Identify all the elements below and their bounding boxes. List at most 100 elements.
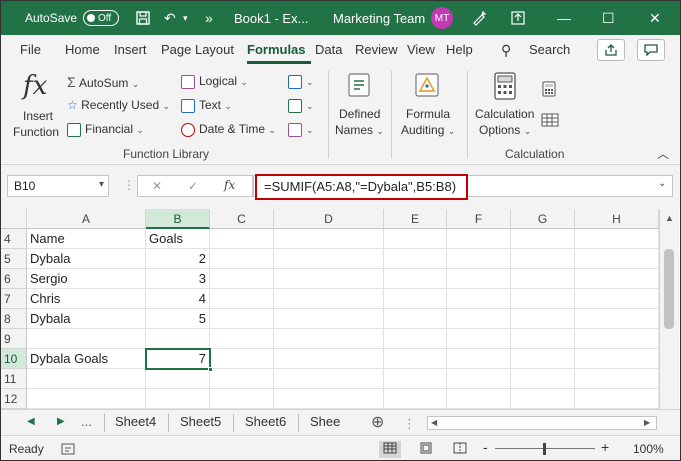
column-header-g[interactable]: G: [511, 209, 575, 229]
cell-h12[interactable]: [575, 389, 659, 409]
avatar[interactable]: MT: [431, 7, 453, 29]
cell-f4[interactable]: [447, 229, 511, 249]
search-label[interactable]: Search: [529, 42, 570, 57]
cell-a5[interactable]: Dybala: [27, 249, 146, 269]
cell-g7[interactable]: [511, 289, 575, 309]
cell-a12[interactable]: [27, 389, 146, 409]
row-header[interactable]: 5: [1, 249, 27, 269]
tab-insert[interactable]: Insert: [114, 42, 147, 57]
cell-d9[interactable]: [274, 329, 384, 349]
cell-a11[interactable]: [27, 369, 146, 389]
cell-e11[interactable]: [384, 369, 447, 389]
cell-a8[interactable]: Dybala: [27, 309, 146, 329]
logical-button[interactable]: Logical ⌄: [181, 74, 248, 89]
add-sheet-icon[interactable]: ⊕: [371, 412, 384, 432]
undo-dropdown-icon[interactable]: ▾: [183, 1, 188, 35]
cell-d12[interactable]: [274, 389, 384, 409]
row-header[interactable]: 8: [1, 309, 27, 329]
cell-h11[interactable]: [575, 369, 659, 389]
expand-formula-bar-icon[interactable]: ⌄: [658, 178, 666, 189]
pen-icon[interactable]: [471, 1, 487, 35]
cell-c5[interactable]: [210, 249, 274, 269]
cell-g10[interactable]: [511, 349, 575, 369]
cell-f7[interactable]: [447, 289, 511, 309]
autosum-button[interactable]: Σ AutoSum ⌄: [67, 74, 139, 90]
cell-b5[interactable]: 2: [146, 249, 210, 269]
formula-input[interactable]: =SUMIF(A5:A8,"=Dybala",B5:B8): [255, 174, 468, 200]
row-header[interactable]: 12: [1, 389, 27, 409]
formula-auditing-button[interactable]: Auditing ⌄: [401, 123, 455, 137]
math-trig-button[interactable]: ⌄: [288, 98, 314, 113]
fill-handle[interactable]: [208, 367, 213, 372]
cell-f10[interactable]: [447, 349, 511, 369]
cell-g5[interactable]: [511, 249, 575, 269]
cell-d8[interactable]: [274, 309, 384, 329]
accessibility-icon[interactable]: [61, 442, 75, 459]
row-header[interactable]: 9: [1, 329, 27, 349]
scroll-left-icon[interactable]: ◀: [431, 418, 437, 427]
enter-icon[interactable]: ✓: [188, 179, 198, 193]
row-header[interactable]: 4: [1, 229, 27, 249]
column-header-h[interactable]: H: [575, 209, 659, 229]
name-box[interactable]: B10 ▾: [7, 175, 109, 197]
cell-h7[interactable]: [575, 289, 659, 309]
save-icon[interactable]: [135, 1, 151, 35]
cell-g6[interactable]: [511, 269, 575, 289]
cell-h9[interactable]: [575, 329, 659, 349]
sheet-tab-4[interactable]: Sheet4: [115, 414, 156, 429]
overflow-icon[interactable]: »: [205, 1, 213, 35]
cell-b7[interactable]: 4: [146, 289, 210, 309]
cell-g4[interactable]: [511, 229, 575, 249]
cell-d11[interactable]: [274, 369, 384, 389]
cell-c11[interactable]: [210, 369, 274, 389]
sheet-tab-6[interactable]: Sheet6: [245, 414, 286, 429]
cell-a4[interactable]: Name: [27, 229, 146, 249]
calculation-options-button[interactable]: Options ⌄: [479, 123, 531, 137]
cell-d7[interactable]: [274, 289, 384, 309]
tab-data[interactable]: Data: [315, 42, 342, 57]
cell-g11[interactable]: [511, 369, 575, 389]
sheet-ellipsis[interactable]: ...: [81, 414, 92, 429]
cell-f6[interactable]: [447, 269, 511, 289]
prev-sheet-icon[interactable]: ◀: [27, 416, 35, 427]
page-layout-view-icon[interactable]: [419, 442, 433, 457]
close-icon[interactable]: ✕: [649, 1, 661, 35]
cell-d10[interactable]: [274, 349, 384, 369]
cell-b12[interactable]: [146, 389, 210, 409]
cell-a9[interactable]: [27, 329, 146, 349]
cell-h6[interactable]: [575, 269, 659, 289]
tab-page-layout[interactable]: Page Layout: [161, 42, 234, 57]
next-sheet-icon[interactable]: ▶: [57, 416, 65, 427]
tab-file[interactable]: File: [20, 42, 41, 57]
formula-auditing-label-1[interactable]: Formula: [406, 107, 450, 121]
horizontal-scrollbar[interactable]: ◀ ▶: [427, 416, 657, 430]
row-header[interactable]: 7: [1, 289, 27, 309]
cell-g12[interactable]: [511, 389, 575, 409]
maximize-icon[interactable]: ☐: [602, 1, 615, 35]
tab-formulas[interactable]: Formulas: [247, 42, 306, 57]
cell-e8[interactable]: [384, 309, 447, 329]
cell-c10[interactable]: [210, 349, 274, 369]
defined-names-label-1[interactable]: Defined: [339, 107, 380, 121]
date-time-button[interactable]: Date & Time ⌄: [181, 122, 276, 137]
cell-c9[interactable]: [210, 329, 274, 349]
normal-view-icon[interactable]: [379, 441, 401, 458]
tab-review[interactable]: Review: [355, 42, 398, 57]
cell-a10[interactable]: Dybala Goals: [27, 349, 146, 369]
financial-button[interactable]: Financial ⌄: [67, 122, 144, 137]
ribbon-display-icon[interactable]: [511, 1, 525, 35]
cell-d6[interactable]: [274, 269, 384, 289]
column-header-e[interactable]: E: [384, 209, 447, 229]
column-header-f[interactable]: F: [447, 209, 511, 229]
cell-e12[interactable]: [384, 389, 447, 409]
cell-b8[interactable]: 5: [146, 309, 210, 329]
calculate-now-icon[interactable]: [542, 81, 556, 100]
row-header[interactable]: 11: [1, 369, 27, 389]
defined-names-button[interactable]: Names ⌄: [335, 123, 384, 137]
column-header-a[interactable]: A: [27, 209, 146, 229]
tabs-splitter-icon[interactable]: ⋮: [403, 416, 416, 432]
cell-f11[interactable]: [447, 369, 511, 389]
select-all-corner[interactable]: [1, 209, 27, 229]
page-break-view-icon[interactable]: [453, 442, 467, 457]
cell-e7[interactable]: [384, 289, 447, 309]
